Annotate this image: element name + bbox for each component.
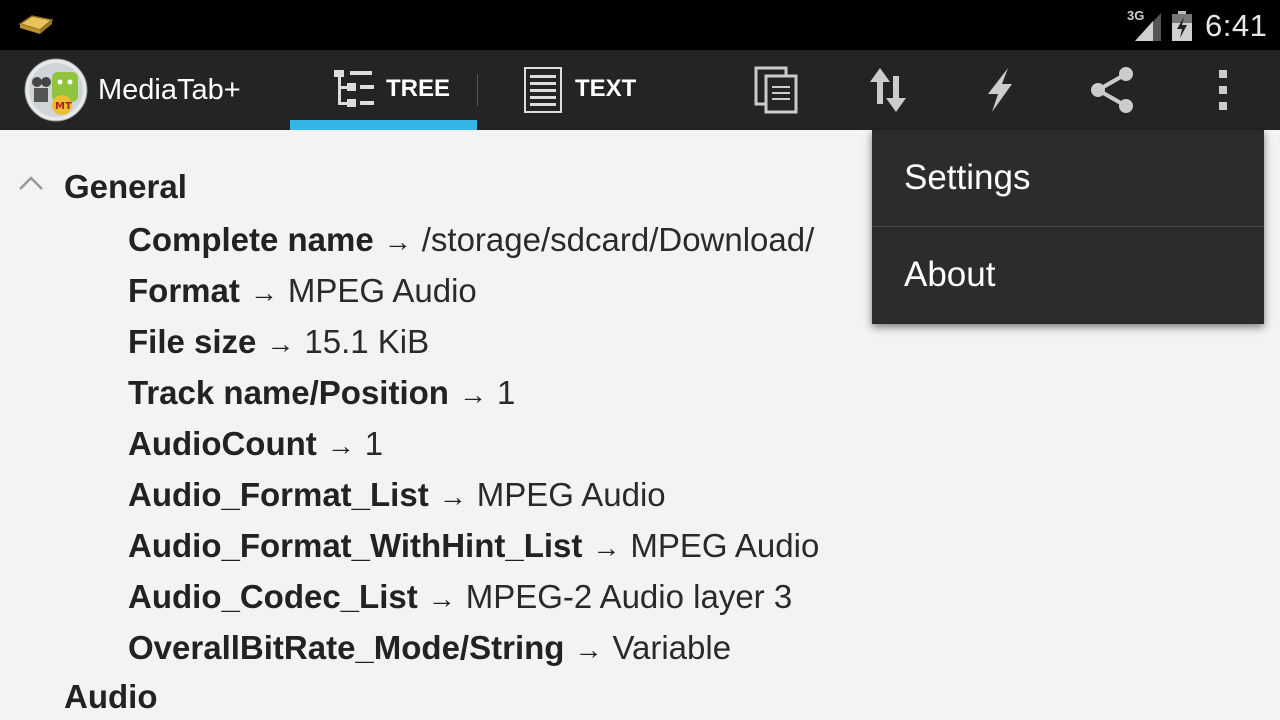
row-value: MPEG Audio: [630, 527, 820, 564]
selected-tab-indicator: [290, 120, 477, 130]
row-arrow: →: [458, 379, 487, 410]
flash-icon[interactable]: [974, 64, 1026, 116]
menu-item-about[interactable]: About: [872, 227, 1264, 323]
section-title-audio[interactable]: Audio: [64, 678, 157, 716]
row-key: File size: [128, 323, 257, 360]
logo-text: MT: [55, 101, 72, 112]
row-arrow: →: [266, 328, 295, 359]
tree-icon: [332, 68, 376, 117]
row-key: Audio_Format_WithHint_List: [128, 527, 583, 564]
overflow-menu: Settings About: [872, 130, 1264, 324]
row-arrow: →: [249, 277, 278, 308]
clock: 6:41: [1205, 8, 1268, 43]
row-key: Complete name: [128, 221, 374, 258]
menu-item-label: Settings: [904, 158, 1031, 197]
tree-row: File size → 15.1 KiB: [128, 322, 429, 362]
row-value: MPEG Audio: [476, 476, 666, 513]
row-key: Audio_Codec_List: [128, 578, 418, 615]
action-bar: MT MediaTab+ TREE TEXT: [0, 50, 1280, 130]
signal-icon: [1133, 11, 1163, 46]
row-key: OverallBitRate_Mode/String: [128, 629, 565, 666]
copy-icon[interactable]: [750, 64, 802, 116]
menu-item-label: About: [904, 255, 996, 294]
tree-row: OverallBitRate_Mode/String → Variable: [128, 628, 731, 668]
section-title-general[interactable]: General: [64, 168, 187, 206]
tab-text[interactable]: TEXT: [478, 50, 678, 130]
row-arrow: →: [574, 634, 603, 665]
menu-item-settings[interactable]: Settings: [872, 130, 1264, 226]
row-value: 1: [364, 425, 384, 462]
row-value: 1: [496, 374, 516, 411]
app-logo[interactable]: MT: [24, 58, 88, 122]
text-lines-icon: [524, 67, 562, 118]
tree-row: Complete name → /storage/sdcard/Download/: [128, 220, 814, 260]
app-title: MediaTab+: [98, 74, 241, 106]
row-value: /storage/sdcard/Download/: [421, 221, 815, 258]
tab-tree[interactable]: TREE: [290, 50, 477, 130]
row-value: Variable: [612, 629, 732, 666]
tree-row: Format → MPEG Audio: [128, 271, 477, 311]
row-arrow: →: [383, 226, 412, 257]
chevron-up-icon[interactable]: [18, 175, 44, 196]
share-icon[interactable]: [1086, 64, 1138, 116]
row-key: Track name/Position: [128, 374, 449, 411]
tab-text-label: TEXT: [575, 75, 637, 102]
row-value: MPEG Audio: [287, 272, 477, 309]
sort-icon[interactable]: [862, 64, 914, 116]
status-bar: 3G 6:41: [0, 0, 1280, 50]
tree-row: Track name/Position → 1: [128, 373, 515, 413]
row-arrow: →: [592, 532, 621, 563]
row-arrow: →: [326, 430, 355, 461]
row-value: 15.1 KiB: [304, 323, 430, 360]
row-key: AudioCount: [128, 425, 317, 462]
tree-row: AudioCount → 1: [128, 424, 383, 464]
battery-charging-icon: [1171, 11, 1193, 46]
tree-row: Audio_Format_List → MPEG Audio: [128, 475, 666, 515]
overflow-icon[interactable]: [1198, 64, 1250, 116]
row-arrow: →: [438, 481, 467, 512]
row-arrow: →: [427, 583, 456, 614]
row-value: MPEG-2 Audio layer 3: [465, 578, 793, 615]
tab-tree-label: TREE: [386, 75, 451, 102]
row-key: Format: [128, 272, 240, 309]
tree-row: Audio_Codec_List → MPEG-2 Audio layer 3: [128, 577, 792, 617]
tree-row: Audio_Format_WithHint_List → MPEG Audio: [128, 526, 819, 566]
row-key: Audio_Format_List: [128, 476, 429, 513]
folder-icon: [18, 12, 54, 43]
